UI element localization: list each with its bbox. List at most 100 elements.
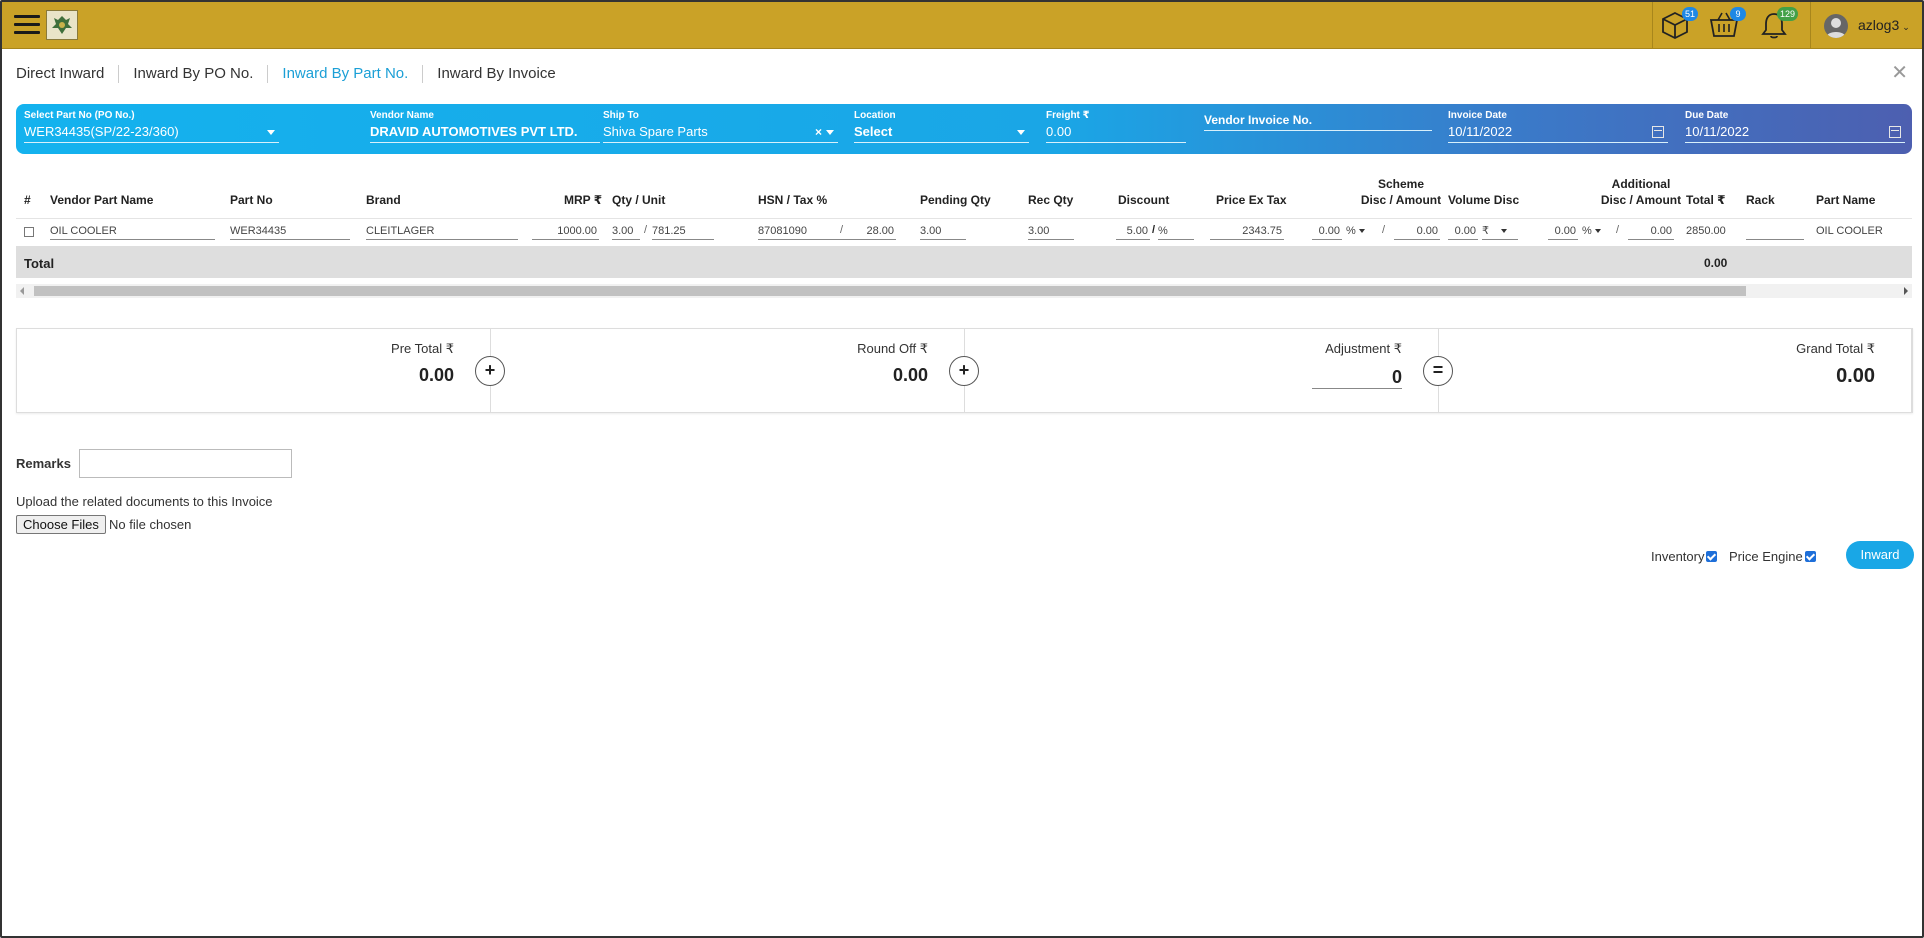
inventory-box-icon[interactable]: 51 bbox=[1660, 7, 1698, 40]
vendor-name-label: Vendor Name bbox=[370, 110, 434, 121]
pre-total-section: Pre Total ₹ 0.00 bbox=[17, 329, 491, 412]
inventory-label: Inventory bbox=[1651, 549, 1705, 564]
vendor-invoice-input[interactable]: Vendor Invoice No. bbox=[1204, 112, 1432, 131]
tab-inward-by-part[interactable]: Inward By Part No. bbox=[268, 65, 424, 83]
ship-to-value[interactable]: Shiva Spare Parts × bbox=[603, 124, 838, 143]
row-total: 2850.00 bbox=[1686, 225, 1726, 237]
location-select[interactable]: Location Select bbox=[854, 110, 1029, 150]
due-date-label: Due Date bbox=[1685, 110, 1729, 121]
pre-total-label: Pre Total ₹ bbox=[391, 341, 454, 356]
hsn-input[interactable]: 87081090 bbox=[758, 224, 850, 240]
additional-type-select[interactable]: % bbox=[1582, 224, 1610, 240]
caret-down-icon bbox=[1358, 229, 1365, 234]
part-no-input[interactable]: WER34435 bbox=[230, 224, 350, 240]
table-horizontal-scrollbar[interactable] bbox=[16, 284, 1912, 298]
additional-amount-input[interactable]: 0.00 bbox=[1628, 224, 1674, 240]
caret-down-icon bbox=[1017, 130, 1025, 135]
vendor-part-name-input[interactable]: OIL COOLER bbox=[50, 224, 215, 240]
rec-qty-input[interactable]: 3.00 bbox=[1028, 224, 1074, 240]
part-no-select[interactable]: Select Part No (PO No.) WER34435(SP/22-2… bbox=[24, 110, 279, 150]
adjustment-input[interactable]: 0 bbox=[1312, 365, 1402, 389]
equals-icon: = bbox=[1423, 356, 1453, 386]
chevron-down-icon: ⌄ bbox=[1902, 22, 1910, 32]
inventory-option[interactable]: Inventory bbox=[1651, 549, 1718, 564]
freight-value[interactable]: 0.00 bbox=[1046, 124, 1186, 143]
due-date-value[interactable]: 10/11/2022 bbox=[1685, 124, 1905, 143]
cart-basket-icon[interactable]: 9 bbox=[1708, 7, 1746, 40]
col-pending-qty: Pending Qty bbox=[920, 193, 991, 207]
discount-type-input[interactable]: % bbox=[1158, 224, 1194, 240]
scroll-thumb[interactable] bbox=[34, 286, 1746, 296]
invoice-date-value[interactable]: 10/11/2022 bbox=[1448, 124, 1668, 143]
scheme-amount-input[interactable]: 0.00 bbox=[1394, 224, 1440, 240]
col-vendor-part-name: Vendor Part Name bbox=[50, 193, 154, 207]
tab-inward-by-po[interactable]: Inward By PO No. bbox=[119, 65, 269, 83]
col-hsn-tax: HSN / Tax % bbox=[758, 193, 828, 207]
freight-label: Freight ₹ bbox=[1046, 110, 1090, 121]
rack-input[interactable] bbox=[1746, 224, 1804, 240]
row-select-checkbox[interactable] bbox=[24, 227, 34, 237]
inward-button[interactable]: Inward bbox=[1846, 541, 1914, 569]
col-brand: Brand bbox=[366, 193, 401, 207]
remarks-input[interactable] bbox=[79, 449, 292, 478]
ship-to-select[interactable]: Ship To Shiva Spare Parts × bbox=[603, 110, 838, 150]
price-ex-tax-input[interactable]: 2343.75 bbox=[1210, 224, 1284, 240]
user-name: azlog3 bbox=[1858, 17, 1900, 33]
vendor-name-value[interactable]: DRAVID AUTOMOTIVES PVT LTD. bbox=[370, 124, 600, 143]
clear-icon[interactable]: × bbox=[815, 124, 822, 140]
total-label: Total bbox=[24, 256, 55, 271]
scroll-left-icon[interactable] bbox=[20, 287, 24, 295]
due-date-field[interactable]: Due Date 10/11/2022 bbox=[1685, 110, 1905, 150]
header-divider bbox=[1652, 2, 1653, 49]
adjustment-label: Adjustment ₹ bbox=[1325, 341, 1402, 356]
qty-input[interactable]: 3.00 bbox=[612, 224, 640, 240]
scheme-disc-input[interactable]: 0.00 bbox=[1312, 224, 1342, 240]
unit-input[interactable]: 781.25 bbox=[652, 224, 714, 240]
no-file-text: No file chosen bbox=[109, 517, 192, 532]
pending-qty-input[interactable]: 3.00 bbox=[920, 224, 966, 240]
calendar-icon[interactable] bbox=[1889, 126, 1901, 138]
volume-type-select[interactable]: ₹ bbox=[1482, 224, 1518, 240]
table-row: OIL COOLER WER34435 CLEITLAGER 1000.00 3… bbox=[16, 218, 1912, 244]
col-scheme-disc: Scheme Disc / Amount bbox=[1360, 177, 1442, 207]
mrp-input[interactable]: 1000.00 bbox=[532, 224, 599, 240]
additional-disc-input[interactable]: 0.00 bbox=[1548, 224, 1578, 240]
price-engine-checkbox[interactable] bbox=[1804, 551, 1816, 562]
caret-down-icon bbox=[1594, 229, 1601, 234]
brand-input[interactable]: CLEITLAGER bbox=[366, 224, 518, 240]
adjustment-section: Adjustment ₹ 0 bbox=[965, 329, 1439, 412]
user-menu[interactable]: azlog3 ⌄ bbox=[1858, 17, 1910, 33]
user-avatar[interactable] bbox=[1824, 14, 1848, 38]
calendar-icon[interactable] bbox=[1652, 126, 1664, 138]
discount-input[interactable]: 5.00 bbox=[1116, 224, 1150, 240]
plus-icon: + bbox=[475, 356, 505, 386]
col-part-no: Part No bbox=[230, 193, 273, 207]
close-icon[interactable]: ✕ bbox=[1891, 60, 1908, 85]
col-index: # bbox=[24, 193, 31, 207]
price-engine-label: Price Engine bbox=[1729, 549, 1803, 564]
location-value[interactable]: Select bbox=[854, 124, 1029, 143]
scroll-right-icon[interactable] bbox=[1904, 287, 1908, 295]
table-total-row: Total 0.00 bbox=[16, 246, 1912, 278]
price-engine-option[interactable]: Price Engine bbox=[1729, 549, 1816, 564]
part-no-value[interactable]: WER34435(SP/22-23/360) bbox=[24, 124, 279, 143]
vendor-name-field[interactable]: Vendor Name DRAVID AUTOMOTIVES PVT LTD. bbox=[370, 110, 600, 150]
volume-disc-input[interactable]: 0.00 bbox=[1448, 224, 1478, 240]
tab-inward-by-invoice[interactable]: Inward By Invoice bbox=[423, 65, 569, 83]
col-additional-disc: Additional Disc / Amount bbox=[1600, 177, 1682, 207]
tab-direct-inward[interactable]: Direct Inward bbox=[16, 65, 120, 83]
notification-bell-icon[interactable]: 129 bbox=[1760, 7, 1798, 40]
freight-field[interactable]: Freight ₹ 0.00 bbox=[1046, 110, 1186, 150]
inventory-checkbox[interactable] bbox=[1706, 551, 1718, 562]
company-logo[interactable] bbox=[46, 10, 78, 40]
location-label: Location bbox=[854, 110, 896, 121]
tax-input[interactable]: 28.00 bbox=[850, 224, 896, 240]
scheme-type-select[interactable]: % bbox=[1346, 224, 1376, 240]
vendor-invoice-field[interactable]: Vendor Invoice No. bbox=[1204, 110, 1432, 150]
upload-label: Upload the related documents to this Inv… bbox=[16, 494, 273, 509]
col-part-name: Part Name bbox=[1816, 193, 1876, 207]
invoice-date-field[interactable]: Invoice Date 10/11/2022 bbox=[1448, 110, 1668, 150]
caret-down-icon bbox=[1501, 229, 1507, 234]
choose-files-button[interactable]: Choose Files bbox=[16, 515, 106, 534]
menu-icon[interactable] bbox=[14, 15, 40, 35]
